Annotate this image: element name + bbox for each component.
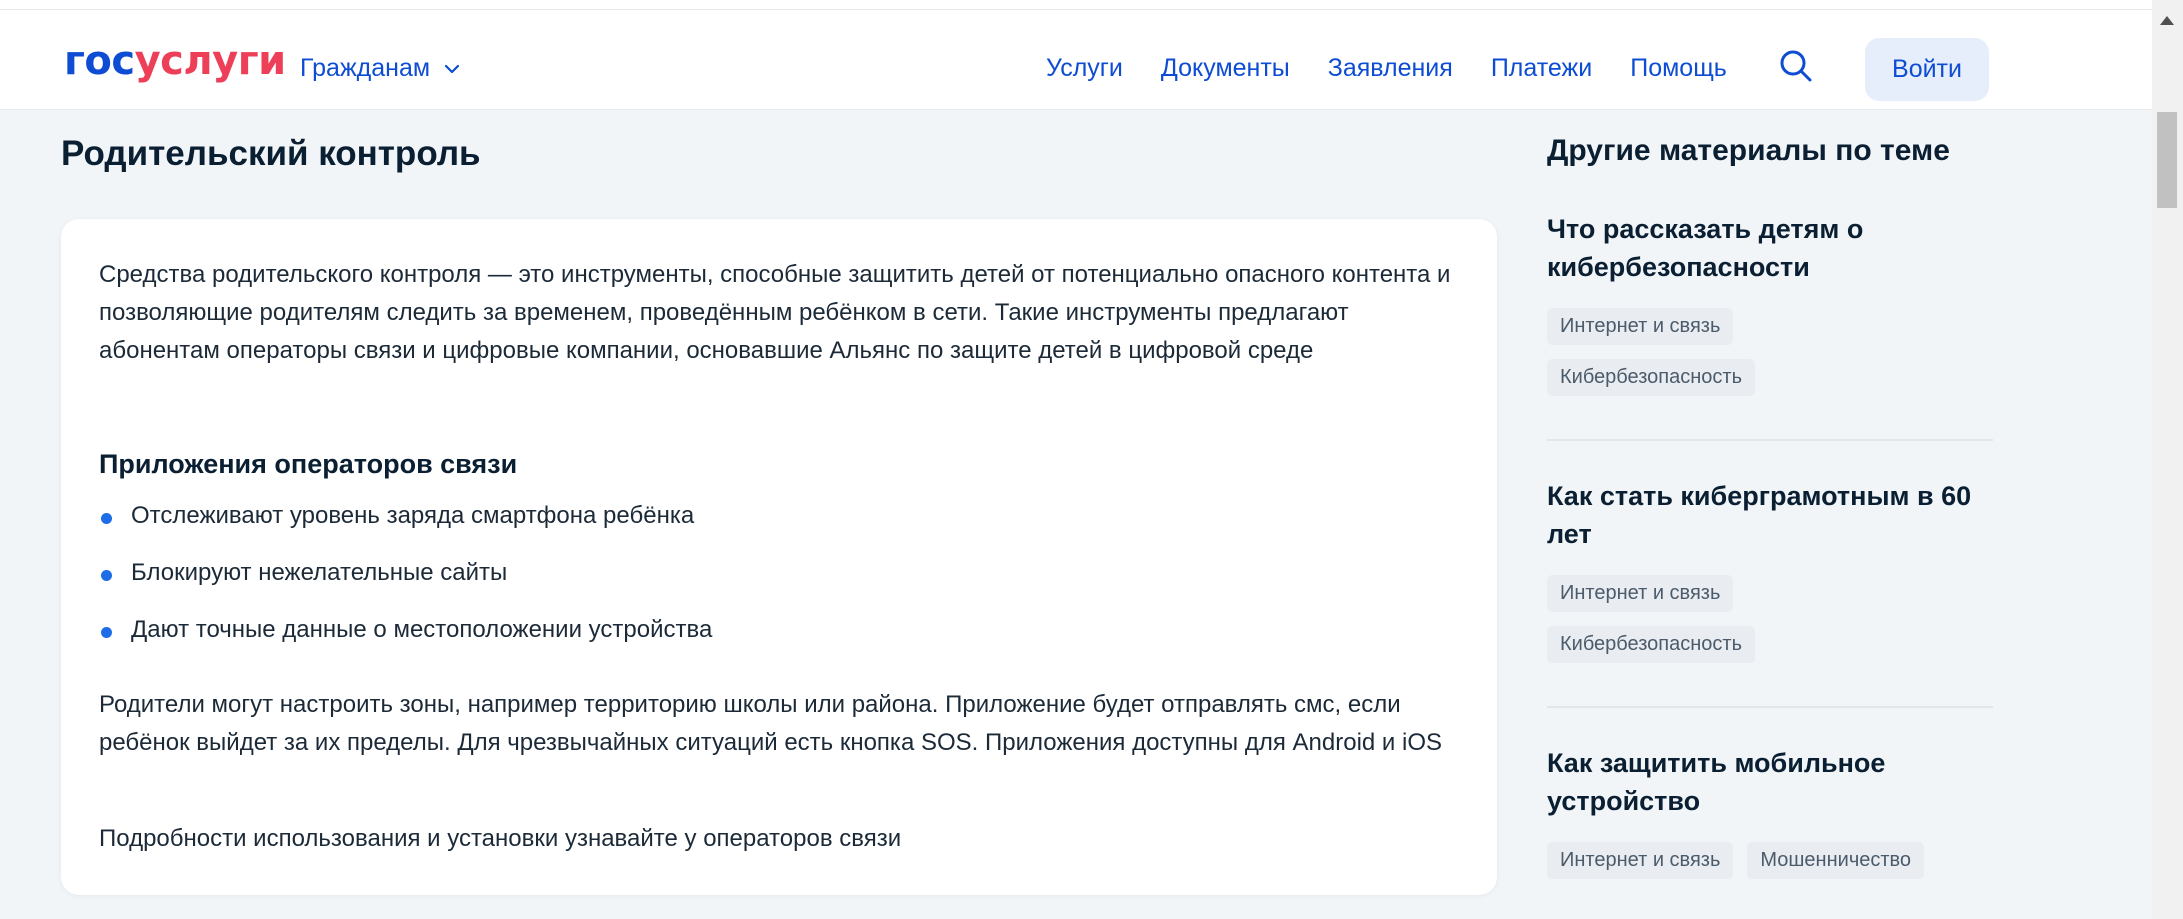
list-item: Отслеживают уровень заряда смартфона реб… — [99, 497, 712, 554]
article-paragraph: Подробности использования и установки уз… — [99, 825, 902, 852]
scroll-up-arrow-icon[interactable] — [2160, 16, 2174, 25]
divider — [1547, 439, 1993, 441]
tag[interactable]: Интернет и связь — [1547, 842, 1734, 879]
browser-top-strip — [0, 0, 2152, 10]
tag-list: Интернет и связь Кибербезопасность — [1547, 308, 1997, 396]
related-item-title[interactable]: Как защитить мобильное устройство — [1547, 744, 1997, 820]
search-icon[interactable] — [1776, 46, 1816, 86]
login-button[interactable]: Войти — [1865, 38, 1989, 101]
related-item-title[interactable]: Как стать киберграмотным в 60 лет — [1547, 477, 1997, 553]
nav-item-payments[interactable]: Платежи — [1491, 54, 1592, 83]
article-paragraph: Родители могут настроить зоны, например … — [99, 691, 1442, 756]
tag-list: Интернет и связь Кибербезопасность — [1547, 575, 1997, 663]
article-card: Средства родительского контроля — это ин… — [61, 219, 1497, 895]
list-item: Дают точные данные о местоположении устр… — [99, 611, 712, 668]
tag[interactable]: Мошенничество — [1747, 842, 1925, 879]
article-intro: Средства родительского контроля — это ин… — [99, 261, 1451, 364]
scrollbar-thumb[interactable] — [2157, 112, 2177, 208]
page-title: Родительский контроль — [61, 134, 481, 173]
list-item: Блокируют нежелательные сайты — [99, 554, 712, 611]
nav-item-help[interactable]: Помощь — [1630, 54, 1727, 83]
bullet-dot — [101, 513, 112, 524]
tag[interactable]: Интернет и связь — [1547, 308, 1734, 345]
section-title: Приложения операторов связи — [99, 449, 518, 479]
related-item[interactable]: Как стать киберграмотным в 60 лет Интерн… — [1547, 477, 1997, 663]
feature-list: Отслеживают уровень заряда смартфона реб… — [99, 497, 712, 668]
audience-dropdown[interactable]: Гражданам — [300, 54, 462, 83]
related-item[interactable]: Как защитить мобильное устройство Интерн… — [1547, 744, 1997, 879]
tag[interactable]: Кибербезопасность — [1547, 626, 1755, 663]
site-header: госуслуги Гражданам Услуги Документы Зая… — [0, 10, 2152, 110]
nav-item-services[interactable]: Услуги — [1046, 54, 1123, 83]
tag[interactable]: Кибербезопасность — [1547, 359, 1755, 396]
main-nav: Услуги Документы Заявления Платежи Помощ… — [1046, 54, 1727, 83]
bullet-dot — [101, 627, 112, 638]
related-title: Другие материалы по теме — [1547, 134, 1950, 167]
tag[interactable]: Интернет и связь — [1547, 575, 1734, 612]
related-item-title[interactable]: Что рассказать детям о кибербезопасности — [1547, 210, 1997, 286]
audience-label: Гражданам — [300, 54, 431, 82]
tag-list: Интернет и связь Мошенничество — [1547, 842, 1997, 879]
related-item[interactable]: Что рассказать детям о кибербезопасности… — [1547, 210, 1997, 396]
nav-item-documents[interactable]: Документы — [1161, 54, 1290, 83]
gosuslugi-logo[interactable]: госуслуги — [64, 38, 286, 84]
bullet-dot — [101, 570, 112, 581]
nav-item-applications[interactable]: Заявления — [1328, 54, 1453, 83]
divider — [1547, 706, 1993, 708]
chevron-down-icon — [444, 64, 460, 73]
